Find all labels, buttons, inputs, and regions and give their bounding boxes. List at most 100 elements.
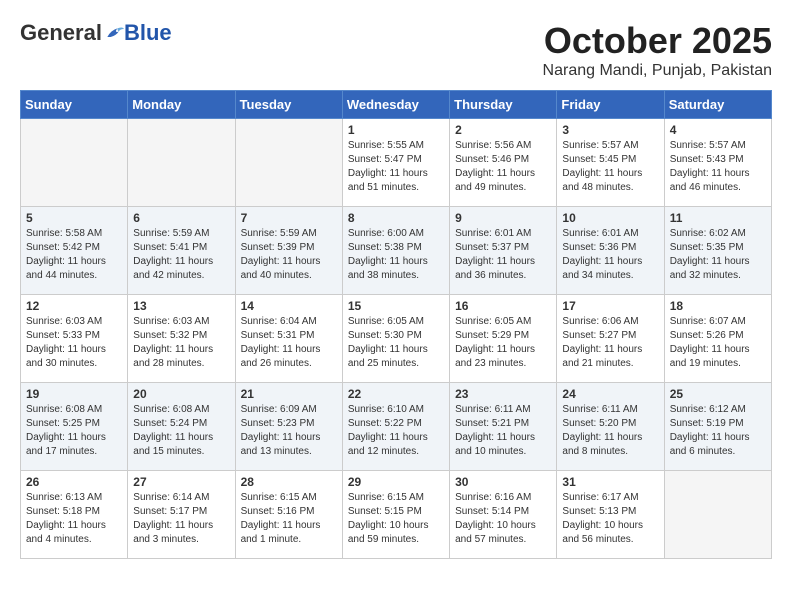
day-info: Sunrise: 5:55 AM Sunset: 5:47 PM Dayligh… [348,139,444,195]
calendar-week-row: 1 Sunrise: 5:55 AM Sunset: 5:47 PM Daylig… [21,119,772,207]
day-number: 9 [455,211,551,225]
weekday-header-sunday: Sunday [21,91,128,119]
day-info: Sunrise: 6:13 AM Sunset: 5:18 PM Dayligh… [26,491,122,547]
day-info: Sunrise: 6:06 AM Sunset: 5:27 PM Dayligh… [562,315,658,371]
calendar-cell: 25Sunrise: 6:12 AM Sunset: 5:19 PM Dayli… [664,383,771,471]
day-number: 28 [241,475,337,489]
weekday-header-row: SundayMondayTuesdayWednesdayThursdayFrid… [21,91,772,119]
weekday-header-friday: Friday [557,91,664,119]
day-info: Sunrise: 5:57 AM Sunset: 5:43 PM Dayligh… [670,139,766,195]
page-header: General Blue October 2025 Narang Mandi, … [20,20,772,80]
day-info: Sunrise: 5:56 AM Sunset: 5:46 PM Dayligh… [455,139,551,195]
calendar-cell: 17Sunrise: 6:06 AM Sunset: 5:27 PM Dayli… [557,295,664,383]
logo-blue-text: Blue [124,20,172,46]
day-info: Sunrise: 5:59 AM Sunset: 5:39 PM Dayligh… [241,227,337,283]
day-number: 1 [348,123,444,137]
day-number: 23 [455,387,551,401]
day-number: 20 [133,387,229,401]
month-title: October 2025 [543,20,772,62]
calendar-cell: 12 Sunrise: 6:03 AM Sunset: 5:33 PM Dayli… [21,295,128,383]
calendar-cell: 27 Sunrise: 6:14 AM Sunset: 5:17 PM Dayli… [128,471,235,559]
calendar-cell: 3Sunrise: 5:57 AM Sunset: 5:45 PM Daylig… [557,119,664,207]
calendar-cell: 15Sunrise: 6:05 AM Sunset: 5:30 PM Dayli… [342,295,449,383]
day-number: 12 [26,299,122,313]
calendar-cell: 16 Sunrise: 6:05 AM Sunset: 5:29 PM Dayli… [450,295,557,383]
day-info: Sunrise: 6:02 AM Sunset: 5:35 PM Dayligh… [670,227,766,283]
day-info: Sunrise: 5:59 AM Sunset: 5:41 PM Dayligh… [133,227,229,283]
calendar-cell: 30 Sunrise: 6:16 AM Sunset: 5:14 PM Dayli… [450,471,557,559]
title-block: October 2025 Narang Mandi, Punjab, Pakis… [543,20,772,80]
day-info: Sunrise: 6:12 AM Sunset: 5:19 PM Dayligh… [670,403,766,459]
location-text: Narang Mandi, Punjab, Pakistan [543,62,772,80]
day-info: Sunrise: 6:07 AM Sunset: 5:26 PM Dayligh… [670,315,766,371]
calendar-cell: 23Sunrise: 6:11 AM Sunset: 5:21 PM Dayli… [450,383,557,471]
day-info: Sunrise: 6:15 AM Sunset: 5:15 PM Dayligh… [348,491,444,547]
day-info: Sunrise: 6:05 AM Sunset: 5:30 PM Dayligh… [348,315,444,371]
calendar-cell: 24Sunrise: 6:11 AM Sunset: 5:20 PM Dayli… [557,383,664,471]
calendar-cell: 18 Sunrise: 6:07 AM Sunset: 5:26 PM Dayli… [664,295,771,383]
calendar-cell [21,119,128,207]
day-info: Sunrise: 6:08 AM Sunset: 5:25 PM Dayligh… [26,403,122,459]
day-info: Sunrise: 6:16 AM Sunset: 5:14 PM Dayligh… [455,491,551,547]
day-info: Sunrise: 5:57 AM Sunset: 5:45 PM Dayligh… [562,139,658,195]
logo: General Blue [20,20,172,46]
calendar-cell [235,119,342,207]
weekday-header-monday: Monday [128,91,235,119]
calendar-cell: 26Sunrise: 6:13 AM Sunset: 5:18 PM Dayli… [21,471,128,559]
calendar-cell: 21 Sunrise: 6:09 AM Sunset: 5:23 PM Dayli… [235,383,342,471]
day-number: 13 [133,299,229,313]
day-number: 24 [562,387,658,401]
day-number: 31 [562,475,658,489]
calendar-cell [664,471,771,559]
calendar-cell: 13Sunrise: 6:03 AM Sunset: 5:32 PM Dayli… [128,295,235,383]
calendar-week-row: 12 Sunrise: 6:03 AM Sunset: 5:33 PM Dayli… [21,295,772,383]
calendar-cell: 5Sunrise: 5:58 AM Sunset: 5:42 PM Daylig… [21,207,128,295]
day-info: Sunrise: 6:09 AM Sunset: 5:23 PM Dayligh… [241,403,337,459]
day-info: Sunrise: 6:01 AM Sunset: 5:37 PM Dayligh… [455,227,551,283]
day-number: 7 [241,211,337,225]
day-info: Sunrise: 6:05 AM Sunset: 5:29 PM Dayligh… [455,315,551,371]
day-number: 18 [670,299,766,313]
calendar-cell: 14Sunrise: 6:04 AM Sunset: 5:31 PM Dayli… [235,295,342,383]
day-number: 27 [133,475,229,489]
calendar-cell: 11 Sunrise: 6:02 AM Sunset: 5:35 PM Dayli… [664,207,771,295]
calendar-week-row: 26Sunrise: 6:13 AM Sunset: 5:18 PM Dayli… [21,471,772,559]
day-number: 30 [455,475,551,489]
calendar-week-row: 5Sunrise: 5:58 AM Sunset: 5:42 PM Daylig… [21,207,772,295]
calendar-cell: 28 Sunrise: 6:15 AM Sunset: 5:16 PM Dayli… [235,471,342,559]
day-number: 11 [670,211,766,225]
day-number: 21 [241,387,337,401]
calendar-cell: 19 Sunrise: 6:08 AM Sunset: 5:25 PM Dayli… [21,383,128,471]
day-number: 8 [348,211,444,225]
calendar-cell: 7 Sunrise: 5:59 AM Sunset: 5:39 PM Daylig… [235,207,342,295]
logo-general-text: General [20,20,102,46]
calendar-table: SundayMondayTuesdayWednesdayThursdayFrid… [20,90,772,559]
day-number: 16 [455,299,551,313]
day-number: 19 [26,387,122,401]
weekday-header-thursday: Thursday [450,91,557,119]
day-info: Sunrise: 6:10 AM Sunset: 5:22 PM Dayligh… [348,403,444,459]
day-info: Sunrise: 6:17 AM Sunset: 5:13 PM Dayligh… [562,491,658,547]
weekday-header-saturday: Saturday [664,91,771,119]
day-number: 4 [670,123,766,137]
day-info: Sunrise: 6:00 AM Sunset: 5:38 PM Dayligh… [348,227,444,283]
calendar-cell: 20 Sunrise: 6:08 AM Sunset: 5:24 PM Dayli… [128,383,235,471]
day-info: Sunrise: 6:14 AM Sunset: 5:17 PM Dayligh… [133,491,229,547]
day-info: Sunrise: 6:01 AM Sunset: 5:36 PM Dayligh… [562,227,658,283]
calendar-cell: 6Sunrise: 5:59 AM Sunset: 5:41 PM Daylig… [128,207,235,295]
day-number: 14 [241,299,337,313]
calendar-cell: 4 Sunrise: 5:57 AM Sunset: 5:43 PM Daylig… [664,119,771,207]
day-info: Sunrise: 6:15 AM Sunset: 5:16 PM Dayligh… [241,491,337,547]
weekday-header-tuesday: Tuesday [235,91,342,119]
day-info: Sunrise: 6:03 AM Sunset: 5:33 PM Dayligh… [26,315,122,371]
calendar-cell: 31 Sunrise: 6:17 AM Sunset: 5:13 PM Dayli… [557,471,664,559]
day-number: 22 [348,387,444,401]
calendar-cell: 22 Sunrise: 6:10 AM Sunset: 5:22 PM Dayli… [342,383,449,471]
calendar-cell [128,119,235,207]
day-number: 29 [348,475,444,489]
day-number: 10 [562,211,658,225]
calendar-cell: 2Sunrise: 5:56 AM Sunset: 5:46 PM Daylig… [450,119,557,207]
calendar-week-row: 19 Sunrise: 6:08 AM Sunset: 5:25 PM Dayli… [21,383,772,471]
day-info: Sunrise: 6:08 AM Sunset: 5:24 PM Dayligh… [133,403,229,459]
calendar-cell: 9 Sunrise: 6:01 AM Sunset: 5:37 PM Daylig… [450,207,557,295]
